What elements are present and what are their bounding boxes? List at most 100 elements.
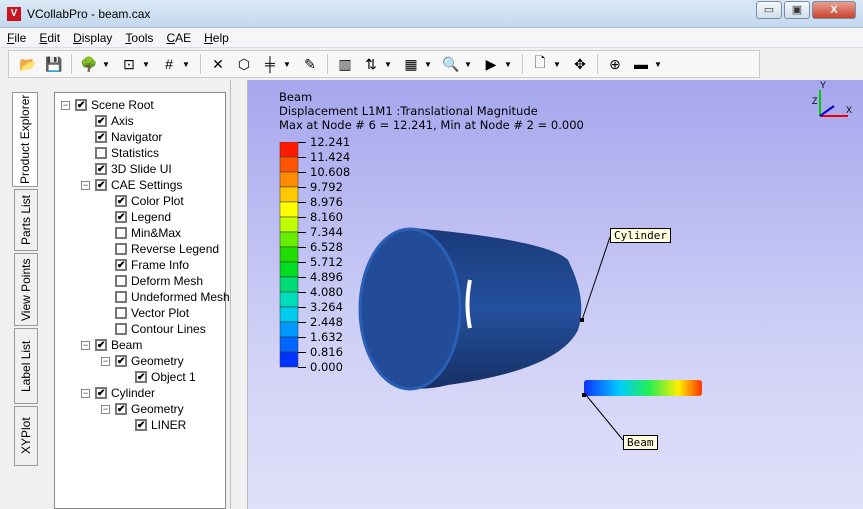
checkbox[interactable]: ✔: [95, 131, 107, 143]
tree-item[interactable]: − ✔ Beam: [81, 337, 142, 353]
maximize-button[interactable]: ▣: [784, 1, 810, 19]
dropdown-arrow-icon[interactable]: ▼: [384, 60, 394, 69]
checkbox[interactable]: ✔: [115, 211, 127, 223]
box-icon: ⬡: [237, 55, 251, 72]
tree-item[interactable]: ✔ LINER: [135, 417, 186, 433]
color-plot-button[interactable]: ▦: [401, 54, 421, 74]
checkbox[interactable]: ✔: [135, 371, 147, 383]
dropdown-arrow-icon[interactable]: ▼: [504, 60, 514, 69]
menu-tools[interactable]: Tools: [118, 28, 159, 45]
tree-item[interactable]: ✔ 3D Slide UI: [95, 161, 172, 177]
dropdown-arrow-icon[interactable]: ▼: [553, 60, 563, 69]
fit-view-button[interactable]: ⊡: [119, 54, 139, 74]
3d-viewport[interactable]: Beam Displacement L1M1 :Translational Ma…: [248, 80, 863, 509]
tree-item[interactable]: Vector Plot: [115, 305, 189, 321]
collapse-icon[interactable]: −: [101, 356, 110, 366]
explode-button[interactable]: ✕: [208, 54, 228, 74]
tree-item[interactable]: − ✔ CAE Settings: [81, 177, 182, 193]
play-button[interactable]: ▶: [481, 54, 501, 74]
open-button[interactable]: 📂: [18, 54, 38, 74]
tree-item[interactable]: ✔ Legend: [115, 209, 171, 225]
checkbox[interactable]: ✔: [115, 403, 127, 415]
checkbox[interactable]: [115, 307, 127, 319]
checkbox[interactable]: ✔: [115, 195, 127, 207]
tree-item-label: Vector Plot: [131, 306, 190, 320]
panel-splitter[interactable]: [230, 80, 248, 509]
zoom-find-button[interactable]: 🔍: [441, 54, 461, 74]
checkbox[interactable]: ✔: [115, 355, 127, 367]
collapse-icon[interactable]: −: [81, 180, 90, 190]
tree-item[interactable]: − ✔ Scene Root: [61, 97, 154, 113]
dropdown-arrow-icon[interactable]: ▼: [424, 60, 434, 69]
note-button[interactable]: 🗋: [530, 54, 550, 74]
tree-item[interactable]: − ✔ Geometry: [101, 353, 184, 369]
tree-item[interactable]: ✔ Object 1: [135, 369, 196, 385]
tree-item-label: Navigator: [111, 130, 163, 144]
tree-item[interactable]: − ✔ Geometry: [101, 401, 184, 417]
collapse-icon[interactable]: −: [61, 100, 70, 110]
tree-item[interactable]: Min&Max: [115, 225, 181, 241]
tree-item-label: Contour Lines: [131, 322, 206, 336]
checkbox[interactable]: ✔: [95, 179, 107, 191]
tab-xyplot[interactable]: XYPlot: [14, 406, 38, 466]
grid-button[interactable]: #: [159, 54, 179, 74]
checkbox[interactable]: ✔: [95, 115, 107, 127]
background-button[interactable]: 🌳: [79, 54, 99, 74]
menu-edit[interactable]: Edit: [32, 28, 66, 45]
split-view-button[interactable]: ▬: [631, 54, 651, 74]
dropdown-arrow-icon[interactable]: ▼: [654, 60, 664, 69]
beam-label[interactable]: Beam: [623, 435, 658, 450]
tree-item[interactable]: ✔ Axis: [95, 113, 134, 129]
checkbox[interactable]: [115, 227, 127, 239]
tab-view-points[interactable]: View Points: [14, 253, 38, 326]
tree-item[interactable]: − ✔ Cylinder: [81, 385, 155, 401]
checkbox[interactable]: [95, 147, 107, 159]
dropdown-arrow-icon[interactable]: ▼: [142, 60, 152, 69]
tab-parts-list[interactable]: Parts List: [14, 189, 38, 251]
collapse-icon[interactable]: −: [81, 340, 90, 350]
dropdown-arrow-icon[interactable]: ▼: [464, 60, 474, 69]
checkbox[interactable]: [115, 275, 127, 287]
checkbox[interactable]: [115, 323, 127, 335]
cylinder-label[interactable]: Cylinder: [610, 228, 671, 243]
tab-product-explorer[interactable]: Product Explorer: [12, 92, 38, 187]
menu-help[interactable]: Help: [197, 28, 235, 45]
probe-button[interactable]: ✎: [300, 54, 320, 74]
menu-cae[interactable]: CAE: [159, 28, 197, 45]
checkbox[interactable]: [115, 243, 127, 255]
dropdown-arrow-icon[interactable]: ▼: [283, 60, 293, 69]
box-button[interactable]: ⬡: [234, 54, 254, 74]
zoom-window-button[interactable]: ⊕: [605, 54, 625, 74]
collapse-icon[interactable]: −: [81, 388, 90, 398]
menu-file[interactable]: File: [0, 28, 32, 45]
tab-label-list[interactable]: Label List: [14, 328, 38, 404]
menu-display[interactable]: Display: [66, 28, 118, 45]
checkbox[interactable]: ✔: [135, 419, 147, 431]
tree-item[interactable]: Reverse Legend: [115, 241, 219, 257]
grid-icon: #: [165, 56, 173, 72]
pan-button[interactable]: ✥: [570, 54, 590, 74]
minimize-button[interactable]: ▭: [756, 1, 782, 19]
measure-button[interactable]: ╪: [260, 54, 280, 74]
tree-item-label: Geometry: [131, 402, 184, 416]
close-button[interactable]: X: [812, 1, 856, 19]
tree-item[interactable]: Deform Mesh: [115, 273, 203, 289]
checkbox[interactable]: ✔: [115, 259, 127, 271]
legend-button[interactable]: ▥: [335, 54, 355, 74]
tree-item[interactable]: ✔ Frame Info: [115, 257, 189, 273]
dropdown-arrow-icon[interactable]: ▼: [102, 60, 112, 69]
checkbox[interactable]: ✔: [95, 387, 107, 399]
tree-item[interactable]: ✔ Navigator: [95, 129, 162, 145]
contour-button[interactable]: ⇅: [361, 54, 381, 74]
checkbox[interactable]: [115, 291, 127, 303]
tree-item[interactable]: Statistics: [95, 145, 159, 161]
tree-item[interactable]: Undeformed Mesh: [115, 289, 230, 305]
collapse-icon[interactable]: −: [101, 404, 110, 414]
tree-item[interactable]: ✔ Color Plot: [115, 193, 184, 209]
tree-item[interactable]: Contour Lines: [115, 321, 206, 337]
checkbox[interactable]: ✔: [95, 163, 107, 175]
dropdown-arrow-icon[interactable]: ▼: [182, 60, 192, 69]
save-button[interactable]: 💾: [44, 54, 64, 74]
checkbox[interactable]: ✔: [95, 339, 107, 351]
checkbox[interactable]: ✔: [75, 99, 87, 111]
